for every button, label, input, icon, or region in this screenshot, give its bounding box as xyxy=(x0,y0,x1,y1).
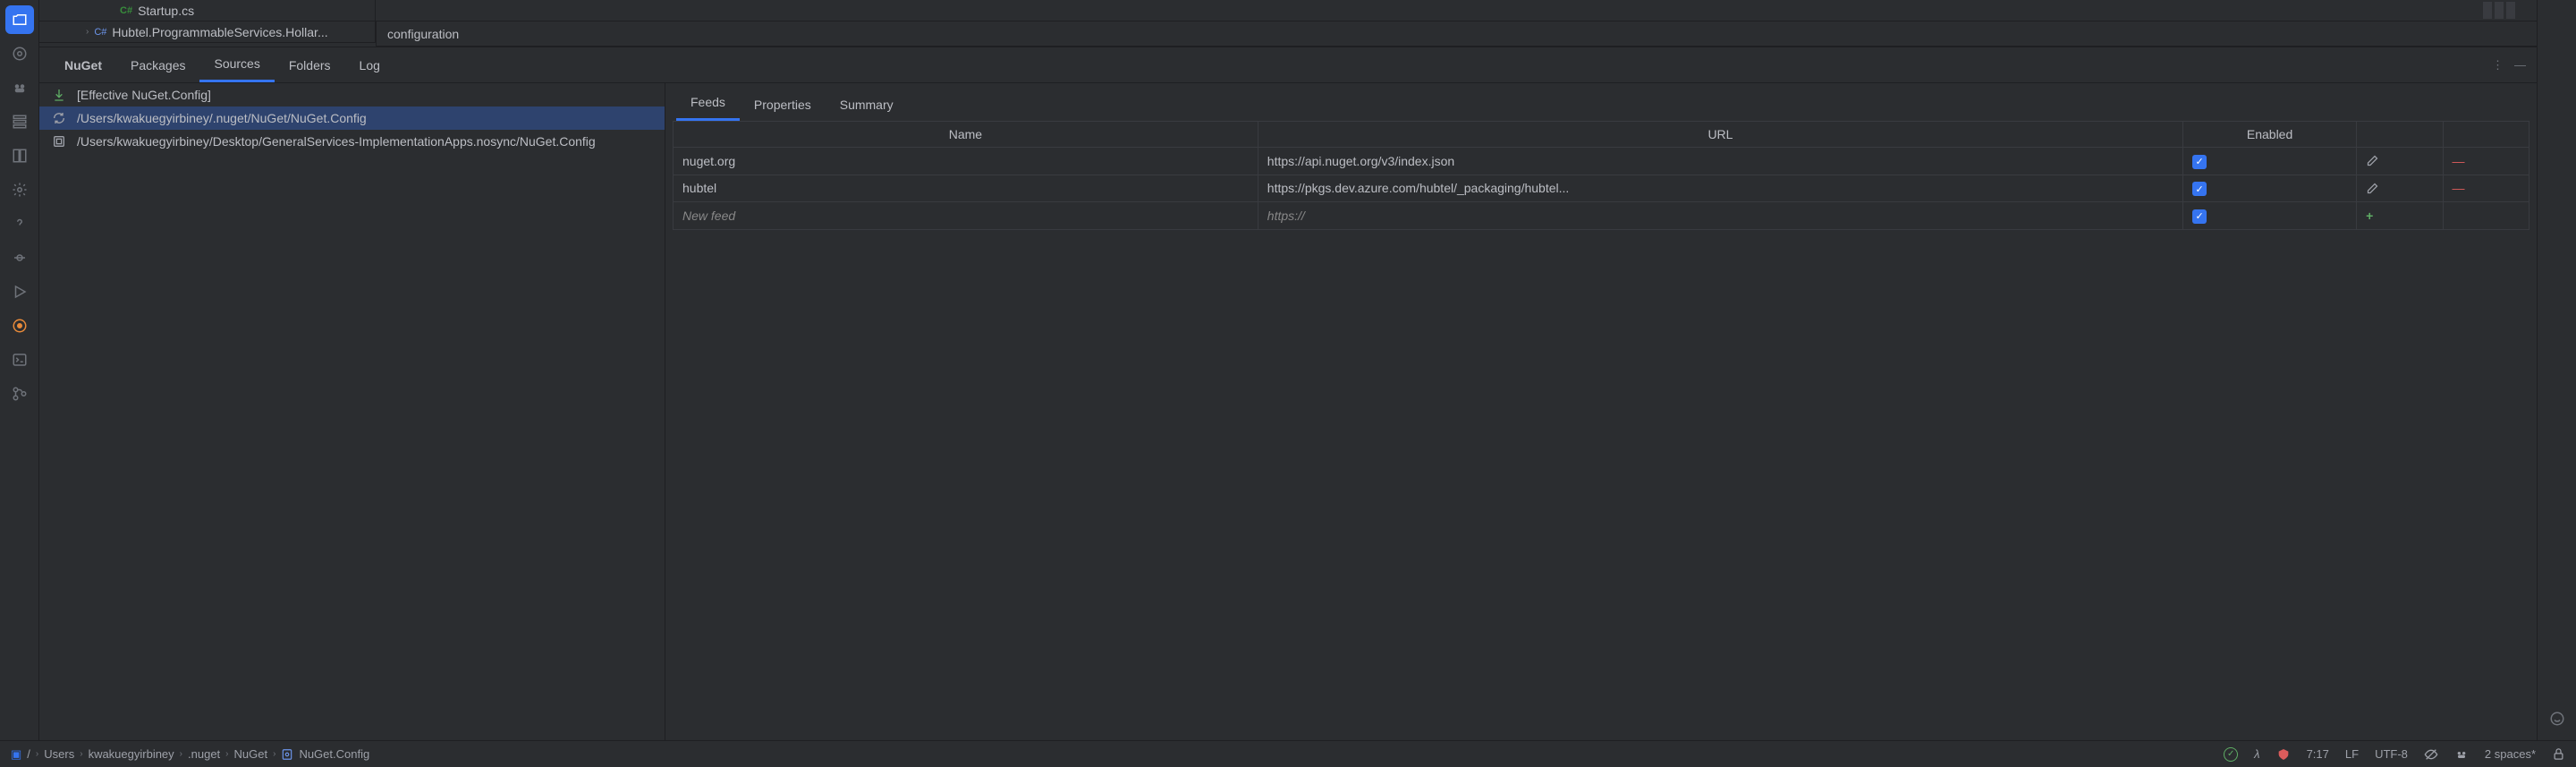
readonly-icon[interactable] xyxy=(2424,747,2438,762)
line-ending[interactable]: LF xyxy=(2345,747,2359,761)
nuget-tab-log[interactable]: Log xyxy=(345,49,394,81)
status-ok-icon[interactable]: ✓ xyxy=(2224,747,2238,762)
breadcrumb[interactable]: ▣ / › Users › kwakuegyirbiney › .nuget ›… xyxy=(11,747,369,762)
feeds-tab-feeds[interactable]: Feeds xyxy=(676,86,740,121)
structure-tool-button[interactable] xyxy=(5,107,34,136)
copilot-status-icon[interactable] xyxy=(2454,747,2469,762)
feed-row[interactable]: nuget.org https://api.nuget.org/v3/index… xyxy=(674,148,2529,175)
nuget-tabstrip: NuGet Packages Sources Folders Log ⋮ — xyxy=(39,47,2537,83)
minimap[interactable] xyxy=(2478,0,2537,21)
breadcrumb-root-icon[interactable]: ▣ xyxy=(11,747,21,762)
left-tool-sidebar xyxy=(0,0,39,740)
csharp-project-icon: C# xyxy=(94,27,106,38)
indent-setting[interactable]: 2 spaces* xyxy=(2485,747,2536,761)
code-token: configuration xyxy=(387,27,459,41)
source-label: [Effective NuGet.Config] xyxy=(77,88,211,102)
sync-icon xyxy=(52,111,66,125)
run-tool-button[interactable] xyxy=(5,277,34,306)
right-tool-sidebar xyxy=(2537,0,2576,740)
settings-tool-button[interactable] xyxy=(5,175,34,204)
feed-enabled-checkbox[interactable]: ✓ xyxy=(2192,209,2207,224)
project-tree-row[interactable]: › C# Hubtel.ProgrammableServices.Hollar.… xyxy=(39,21,376,43)
file-tab-label: Startup.cs xyxy=(138,4,194,18)
problems-tool-button[interactable] xyxy=(5,311,34,340)
config-file-icon xyxy=(281,748,293,761)
feeds-tab-properties[interactable]: Properties xyxy=(740,89,826,121)
chevron-right-icon: › xyxy=(80,749,82,759)
lambda-icon[interactable]: λ xyxy=(2254,747,2259,761)
add-icon[interactable]: + xyxy=(2366,209,2373,223)
breadcrumb-item[interactable]: NuGet xyxy=(234,747,268,761)
feeds-tab-summary[interactable]: Summary xyxy=(826,89,908,121)
feeds-tabstrip: Feeds Properties Summary xyxy=(665,83,2537,121)
help-tool-button[interactable] xyxy=(5,209,34,238)
chevron-right-icon: › xyxy=(225,749,228,759)
chevron-right-icon: › xyxy=(180,749,182,759)
nuget-tab-sources[interactable]: Sources xyxy=(199,47,274,82)
chevron-right-icon[interactable]: › xyxy=(86,27,89,37)
source-label: /Users/kwakuegyirbiney/Desktop/GeneralSe… xyxy=(77,134,596,149)
feed-enabled-checkbox[interactable]: ✓ xyxy=(2192,182,2207,196)
sources-list: [Effective NuGet.Config] /Users/kwakuegy… xyxy=(39,83,665,740)
more-options-icon[interactable]: ⋮ xyxy=(2492,58,2504,72)
copilot-tool-button[interactable] xyxy=(5,73,34,102)
download-icon xyxy=(52,88,66,102)
project-icon xyxy=(52,134,66,149)
status-bar: ▣ / › Users › kwakuegyirbiney › .nuget ›… xyxy=(0,740,2576,767)
nuget-tab-nuget[interactable]: NuGet xyxy=(50,49,116,81)
error-shield-icon[interactable] xyxy=(2276,747,2291,762)
commit-tool-button[interactable] xyxy=(5,39,34,68)
editor-code-line[interactable]: configuration xyxy=(376,21,2537,47)
feed-row-new[interactable]: New feed https:// ✓ + xyxy=(674,202,2529,230)
content-area: C# Startup.cs › C# Hubtel.ProgrammableSe… xyxy=(39,0,2537,740)
editor-file-tab[interactable]: C# Startup.cs xyxy=(39,0,375,21)
source-label: /Users/kwakuegyirbiney/.nuget/NuGet/NuGe… xyxy=(77,111,367,125)
feed-enabled-checkbox[interactable]: ✓ xyxy=(2192,155,2207,169)
col-header-url: URL xyxy=(1258,122,2182,148)
source-effective-config[interactable]: [Effective NuGet.Config] xyxy=(39,83,665,107)
cursor-position[interactable]: 7:17 xyxy=(2307,747,2329,761)
feed-name-cell[interactable]: New feed xyxy=(674,202,1258,230)
editor-tab-bar: C# Startup.cs xyxy=(39,0,2537,21)
chevron-right-icon: › xyxy=(36,749,38,759)
feed-name-cell[interactable]: hubtel xyxy=(674,175,1258,202)
breadcrumb-item[interactable]: Users xyxy=(44,747,74,761)
services-tool-button[interactable] xyxy=(5,141,34,170)
source-user-config[interactable]: /Users/kwakuegyirbiney/.nuget/NuGet/NuGe… xyxy=(39,107,665,130)
feed-url-cell[interactable]: https://pkgs.dev.azure.com/hubtel/_packa… xyxy=(1258,175,2182,202)
terminal-tool-button[interactable] xyxy=(5,345,34,374)
nuget-tab-folders[interactable]: Folders xyxy=(275,49,345,81)
source-project-config[interactable]: /Users/kwakuegyirbiney/Desktop/GeneralSe… xyxy=(39,130,665,153)
nuget-tab-packages[interactable]: Packages xyxy=(116,49,199,81)
project-tool-button[interactable] xyxy=(5,5,34,34)
breadcrumb-item[interactable]: kwakuegyirbiney xyxy=(89,747,174,761)
breadcrumb-item[interactable]: NuGet.Config xyxy=(299,747,369,761)
feed-url-cell[interactable]: https:// xyxy=(1258,202,2182,230)
col-header-name: Name xyxy=(674,122,1258,148)
col-header-enabled: Enabled xyxy=(2183,122,2357,148)
edit-icon[interactable] xyxy=(2366,154,2433,167)
chevron-right-icon: › xyxy=(273,749,275,759)
vcs-tool-button[interactable] xyxy=(5,379,34,408)
feed-url-cell[interactable]: https://api.nuget.org/v3/index.json xyxy=(1258,148,2182,175)
csharp-file-icon: C# xyxy=(120,5,132,16)
lock-icon[interactable] xyxy=(2552,747,2565,761)
minimize-panel-icon[interactable]: — xyxy=(2514,58,2526,72)
nuget-panel: NuGet Packages Sources Folders Log ⋮ — [… xyxy=(39,47,2537,740)
edit-icon[interactable] xyxy=(2366,182,2433,195)
feeds-table: Name URL Enabled nuget.org https://api.n… xyxy=(673,121,2529,230)
feeds-area: Feeds Properties Summary Name URL Enable… xyxy=(665,83,2537,740)
feed-name-cell[interactable]: nuget.org xyxy=(674,148,1258,175)
feed-row[interactable]: hubtel https://pkgs.dev.azure.com/hubtel… xyxy=(674,175,2529,202)
remove-icon[interactable]: — xyxy=(2453,154,2465,168)
tree-item-label: Hubtel.ProgrammableServices.Hollar... xyxy=(112,25,327,39)
breadcrumb-item[interactable]: .nuget xyxy=(188,747,220,761)
remove-icon[interactable]: — xyxy=(2453,181,2465,195)
breadcrumb-item[interactable]: / xyxy=(27,747,30,761)
encoding[interactable]: UTF-8 xyxy=(2375,747,2408,761)
assistant-tool-button[interactable] xyxy=(2543,704,2572,733)
more-tool-button[interactable] xyxy=(5,243,34,272)
